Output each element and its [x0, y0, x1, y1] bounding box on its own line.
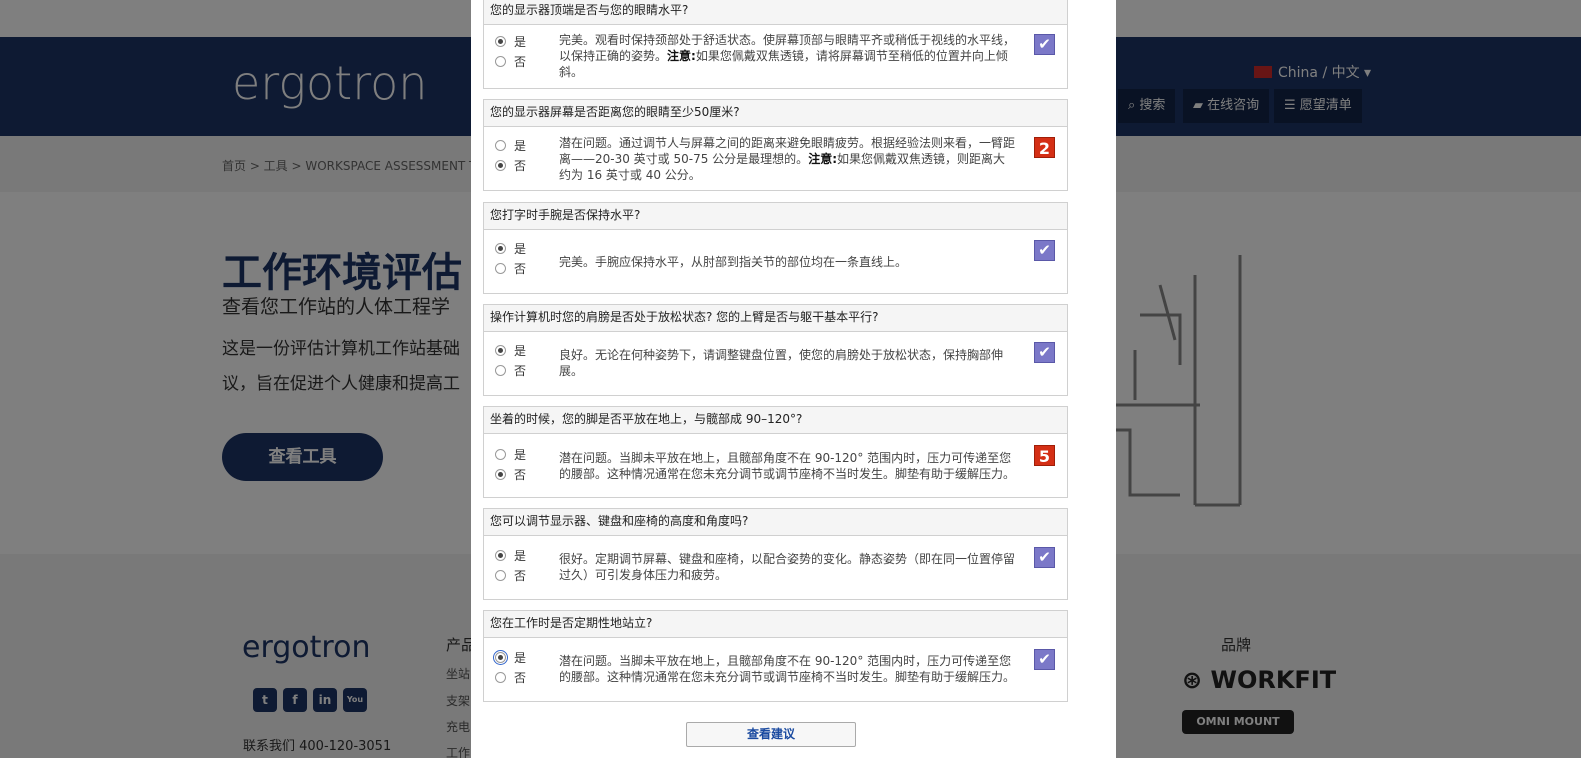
question-title: 操作计算机时您的肩膀是否处于放松状态? 您的上臂是否与躯干基本平行?	[484, 305, 1067, 332]
question-card: 坐着的时候，您的脚是否平放在地上，与髋部成 90–120°? 是 否 潜在问题。…	[483, 406, 1068, 498]
question-card: 操作计算机时您的肩膀是否处于放松状态? 您的上臂是否与躯干基本平行? 是 否 良…	[483, 304, 1068, 396]
option-yes[interactable]: 是	[495, 446, 526, 463]
feedback-text: 良好。无论在何种姿势下，请调整键盘位置，使您的肩膀处于放松状态，保持胸部伸展。	[559, 348, 1004, 378]
check-icon: ✔	[1034, 240, 1055, 261]
question-card: 您打字时手腕是否保持水平? 是 否 完美。手腕应保持水平，从肘部到指关节的部位均…	[483, 202, 1068, 294]
question-title: 您的显示器屏幕是否距离您的眼睛至少50厘米?	[484, 100, 1067, 127]
radio-yes[interactable]	[495, 449, 506, 460]
feedback-text: 潜在问题。当脚未平放在地上，且髋部角度不在 90-120° 范围内时，压力可传递…	[559, 654, 1016, 684]
check-icon: ✔	[1034, 649, 1055, 670]
radio-no[interactable]	[495, 365, 506, 376]
view-recommendations-button[interactable]: 查看建议	[686, 722, 856, 747]
radio-no[interactable]	[495, 160, 506, 171]
check-icon: ✔	[1034, 34, 1055, 55]
score-badge: 2	[1034, 137, 1055, 158]
option-yes[interactable]: 是	[493, 649, 526, 666]
question-title: 您打字时手腕是否保持水平?	[484, 203, 1067, 230]
radio-no[interactable]	[495, 469, 506, 480]
question-card: 您在工作时是否定期性地站立? 是 否 潜在问题。当脚未平放在地上，且髋部角度不在…	[483, 610, 1068, 702]
radio-no[interactable]	[495, 570, 506, 581]
option-yes[interactable]: 是	[495, 547, 526, 564]
radio-no[interactable]	[495, 263, 506, 274]
question-title: 您可以调节显示器、键盘和座椅的高度和角度吗?	[484, 509, 1067, 536]
feedback-text: 潜在问题。当脚未平放在地上，且髋部角度不在 90-120° 范围内时，压力可传递…	[559, 451, 1016, 481]
question-title: 您在工作时是否定期性地站立?	[484, 611, 1067, 638]
radio-yes[interactable]	[495, 140, 506, 151]
option-yes[interactable]: 是	[495, 33, 526, 50]
option-no[interactable]: 否	[495, 466, 526, 483]
score-badge: 5	[1034, 445, 1055, 466]
question-title: 坐着的时候，您的脚是否平放在地上，与髋部成 90–120°?	[484, 407, 1067, 434]
feedback-text: 完美。观看时保持颈部处于舒适状态。使屏幕顶部与眼睛平齐或稍低于视线的水平线，以保…	[559, 33, 1016, 79]
radio-yes[interactable]	[495, 243, 506, 254]
feedback-text: 很好。定期调节屏幕、键盘和座椅，以配合姿势的变化。静态姿势（即在同一位置停留过久…	[559, 552, 1016, 582]
question-card: 您的显示器屏幕是否距离您的眼睛至少50厘米? 是 否 潜在问题。通过调节人与屏幕…	[483, 99, 1068, 191]
radio-no[interactable]	[495, 672, 506, 683]
option-yes[interactable]: 是	[495, 240, 526, 257]
assessment-modal: 您的显示器顶端是否与您的眼睛水平? 是 否 完美。观看时保持颈部处于舒适状态。使…	[471, 0, 1116, 758]
option-no[interactable]: 否	[495, 567, 526, 584]
check-icon: ✔	[1034, 342, 1055, 363]
radio-yes[interactable]	[495, 36, 506, 47]
feedback-text: 完美。手腕应保持水平，从肘部到指关节的部位均在一条直线上。	[559, 255, 908, 269]
question-title: 您的显示器顶端是否与您的眼睛水平?	[484, 0, 1067, 25]
check-icon: ✔	[1034, 547, 1055, 568]
option-yes[interactable]: 是	[495, 342, 526, 359]
option-no[interactable]: 否	[495, 362, 526, 379]
radio-no[interactable]	[495, 56, 506, 67]
question-card: 您可以调节显示器、键盘和座椅的高度和角度吗? 是 否 很好。定期调节屏幕、键盘和…	[483, 508, 1068, 600]
question-card: 您的显示器顶端是否与您的眼睛水平? 是 否 完美。观看时保持颈部处于舒适状态。使…	[483, 0, 1068, 89]
option-no[interactable]: 否	[495, 669, 526, 686]
radio-yes[interactable]	[495, 345, 506, 356]
radio-yes[interactable]	[493, 650, 508, 665]
option-no[interactable]: 否	[495, 260, 526, 277]
radio-yes[interactable]	[495, 550, 506, 561]
option-no[interactable]: 否	[495, 157, 526, 174]
feedback-text: 潜在问题。通过调节人与屏幕之间的距离来避免眼睛疲劳。根据经验法则来看，一臂距离—…	[559, 136, 1016, 182]
option-yes[interactable]: 是	[495, 137, 526, 154]
option-no[interactable]: 否	[495, 53, 526, 70]
